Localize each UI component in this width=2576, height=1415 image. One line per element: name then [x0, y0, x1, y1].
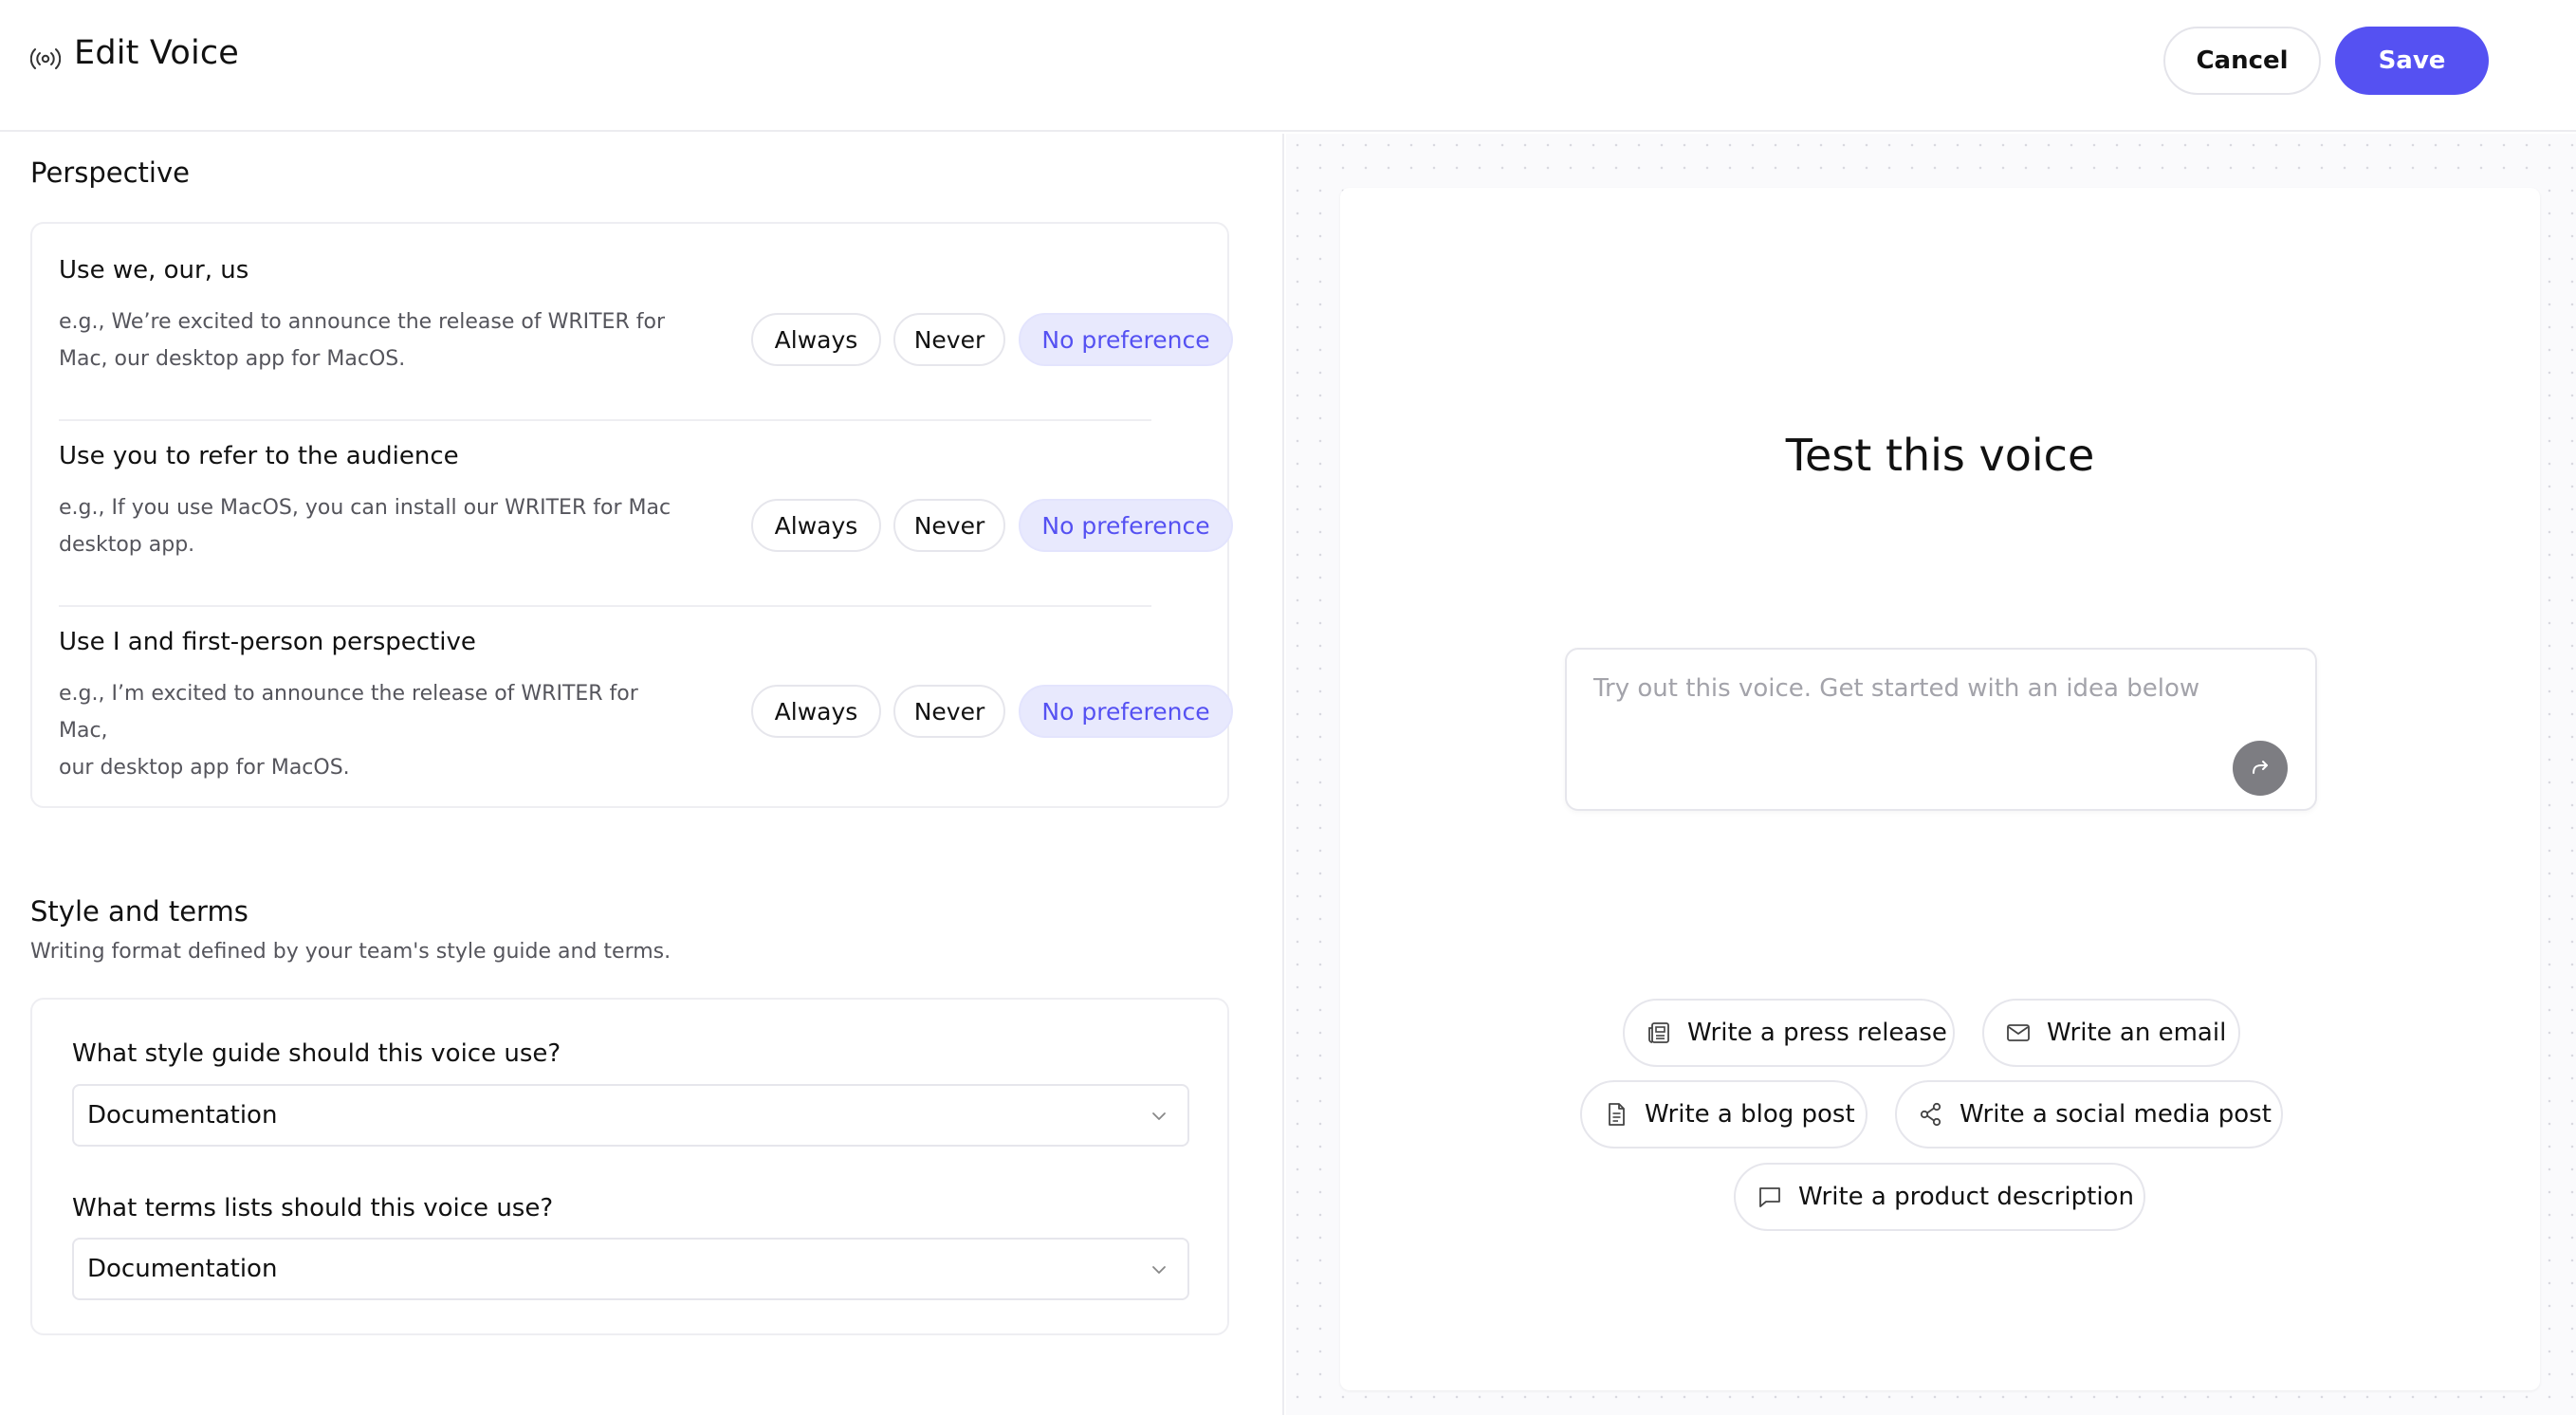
document-icon [1609, 1103, 1625, 1126]
terms-list-label: What terms lists should this voice use? [72, 1194, 554, 1222]
style-guide-label: What style guide should this voice use? [72, 1039, 561, 1068]
send-button[interactable] [2233, 741, 2288, 796]
share-icon [1920, 1102, 1941, 1127]
page-title: Edit Voice [74, 34, 240, 72]
header: Edit Voice Cancel Save [0, 0, 2576, 132]
prompt-placeholder: Try out this voice. Get started with an … [1593, 674, 2200, 703]
always-option[interactable]: Always [751, 499, 881, 552]
test-panel: Test this voice Try out this voice. Get … [1286, 134, 2576, 1415]
save-button[interactable]: Save [2335, 27, 2489, 95]
suggestion-product-description[interactable]: Write a product description [1734, 1163, 2145, 1231]
no-preference-option[interactable]: No preference [1019, 685, 1233, 738]
perspective-row-we: Use we, our, us e.g., We’re excited to a… [59, 235, 1233, 421]
newspaper-icon [1648, 1022, 1669, 1043]
suggestion-label: Write a press release [1687, 1019, 1947, 1047]
test-voice-card: Test this voice Try out this voice. Get … [1340, 188, 2540, 1390]
perspective-title: Perspective [30, 156, 190, 189]
perspective-row-you: Use you to refer to the audience e.g., I… [59, 421, 1233, 607]
suggestion-label: Write an email [2047, 1019, 2227, 1047]
style-terms-subtitle: Writing format defined by your team's st… [30, 940, 672, 964]
no-preference-option[interactable]: No preference [1019, 313, 1233, 366]
suggestion-label: Write a product description [1798, 1183, 2134, 1211]
row-example: e.g., If you use MacOS, you can install … [59, 496, 672, 557]
always-option[interactable]: Always [751, 313, 881, 366]
suggestion-email[interactable]: Write an email [1982, 999, 2240, 1067]
suggestion-label: Write a social media post [1960, 1100, 2272, 1129]
send-arrow-icon [2253, 761, 2268, 774]
suggestion-press-release[interactable]: Write a press release [1623, 999, 1955, 1067]
never-option[interactable]: Never [893, 499, 1005, 552]
broadcast-icon [30, 48, 61, 69]
row-title: Use I and first-person perspective [59, 628, 476, 656]
perspective-row-first-person: Use I and first-person perspective e.g.,… [59, 607, 1233, 793]
prompt-input[interactable]: Try out this voice. Get started with an … [1565, 648, 2317, 811]
terms-list-value: Documentation [87, 1255, 278, 1283]
suggestion-blog-post[interactable]: Write a blog post [1580, 1080, 1868, 1149]
no-preference-option[interactable]: No preference [1019, 499, 1233, 552]
row-example: e.g., I’m excited to announce the releas… [59, 682, 638, 780]
always-option[interactable]: Always [751, 685, 881, 738]
row-title: Use you to refer to the audience [59, 442, 459, 470]
perspective-card: Use we, our, us e.g., We’re excited to a… [30, 222, 1233, 808]
cancel-button[interactable]: Cancel [2163, 27, 2321, 95]
mail-icon [2007, 1024, 2030, 1041]
style-terms-title: Style and terms [30, 895, 248, 928]
settings-panel[interactable]: Perspective Use we, our, us e.g., We’re … [0, 134, 1284, 1415]
never-option[interactable]: Never [893, 685, 1005, 738]
message-icon [1759, 1187, 1780, 1207]
style-terms-card: What style guide should this voice use? … [30, 998, 1229, 1335]
row-title: Use we, our, us [59, 256, 249, 285]
suggestion-label: Write a blog post [1645, 1100, 1855, 1129]
chevron-down-icon [1152, 1112, 1166, 1120]
style-guide-value: Documentation [87, 1101, 278, 1130]
terms-list-select[interactable]: Documentation [72, 1238, 1189, 1300]
style-guide-select[interactable]: Documentation [72, 1084, 1189, 1147]
test-voice-title: Test this voice [1785, 430, 2095, 481]
chevron-down-icon [1152, 1266, 1166, 1274]
never-option[interactable]: Never [893, 313, 1005, 366]
suggestion-social-media-post[interactable]: Write a social media post [1895, 1080, 2283, 1149]
row-example: e.g., We’re excited to announce the rele… [59, 310, 665, 371]
